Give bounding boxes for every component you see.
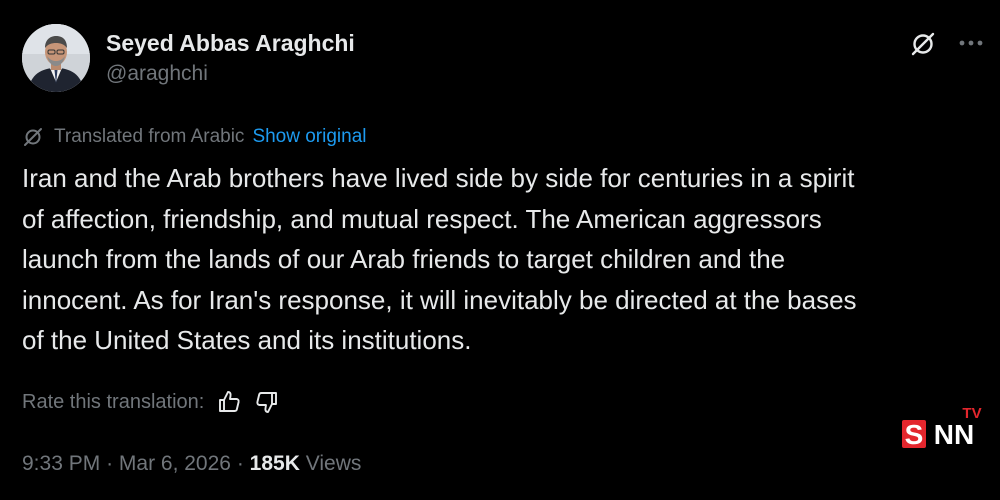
avatar[interactable] [22, 24, 90, 92]
translation-bar: Translated from Arabic Show original [22, 124, 367, 150]
meta-separator: · [236, 452, 244, 475]
snn-tv-logo: S NN TV [902, 405, 982, 450]
svg-text:NN: NN [934, 419, 974, 450]
tweet-text-line: of affection, friendship, and mutual res… [22, 203, 822, 234]
svg-text:S: S [905, 419, 924, 450]
translated-from-label: Translated from Arabic [54, 126, 245, 147]
tweet-text-line: launch from the lands of our Arab friend… [22, 244, 786, 274]
thumbs-down-icon[interactable] [254, 389, 280, 415]
more-icon[interactable] [956, 30, 986, 56]
tweet-text-line: Iran and the Arab brothers have lived si… [22, 163, 855, 193]
rate-translation-row: Rate this translation: [22, 388, 280, 416]
svg-text:TV: TV [962, 405, 981, 422]
tweet-text: Iran and the Arab brothers have lived si… [22, 158, 992, 361]
views-label: Views [305, 452, 362, 475]
show-original-link[interactable]: Show original [252, 126, 366, 148]
tweet-text-line: innocent. As for Iran's response, it wil… [22, 284, 857, 315]
rate-translation-label: Rate this translation: [22, 390, 205, 413]
meta-separator: · [106, 452, 114, 475]
author-name[interactable]: Seyed Abbas Araghchi [106, 30, 355, 57]
translate-icon [24, 128, 42, 146]
tweet-date[interactable]: Mar 6, 2026 [119, 452, 231, 475]
thumbs-up-icon[interactable] [216, 389, 242, 415]
grok-icon[interactable] [909, 30, 937, 58]
tweet-time[interactable]: 9:33 PM [22, 452, 100, 475]
tweet-meta: 9:33 PM · Mar 6, 2026 · 185K Views [22, 452, 361, 476]
avatar-photo [22, 24, 90, 92]
tweet-text-line: of the United States and its institution… [22, 325, 472, 355]
views-count: 185K [249, 452, 300, 475]
author-handle[interactable]: @araghchi [106, 62, 208, 86]
